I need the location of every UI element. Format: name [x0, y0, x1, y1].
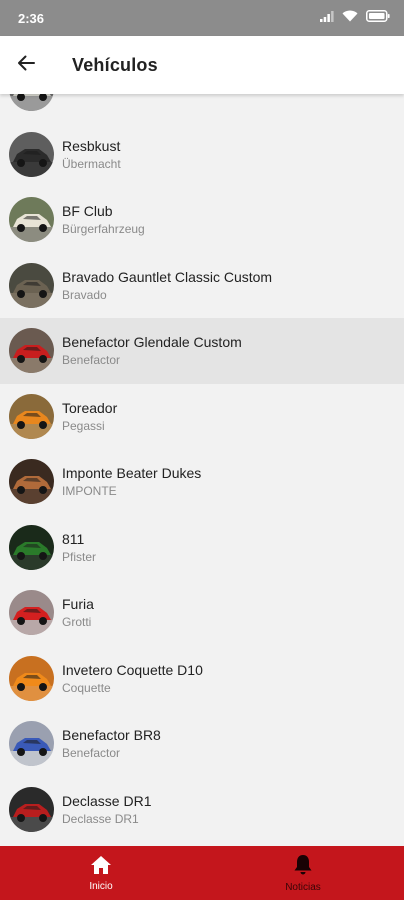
vehicle-avatar — [9, 131, 54, 177]
vehicle-row[interactable]: Declasse DR1 Declasse DR1 — [0, 777, 404, 843]
vehicle-row[interactable]: BF Club Bürgerfahrzeug — [0, 187, 404, 253]
vehicle-row[interactable]: Bravado Gauntlet Classic Custom Bravado — [0, 253, 404, 319]
status-bar: 2:36 — [0, 0, 404, 36]
vehicle-name: Benefactor Glendale Custom — [62, 334, 242, 351]
vehicle-text: Toreador Pegassi — [62, 399, 117, 434]
back-button[interactable] — [0, 36, 54, 94]
vehicle-avatar — [9, 524, 54, 570]
battery-icon — [366, 9, 390, 27]
page-title: Vehículos — [72, 54, 158, 75]
vehicle-text: 811 Pfister — [62, 530, 96, 565]
vehicle-text: Benefactor Glendale Custom Benefactor — [62, 333, 242, 368]
vehicle-brand: Benefactor — [62, 353, 121, 368]
vehicle-avatar — [9, 328, 54, 374]
vehicle-row[interactable]: Resbkust Übermacht — [0, 122, 404, 188]
vehicle-brand: Pegassi — [62, 418, 105, 433]
vehicle-brand: Coquette — [62, 680, 111, 695]
vehicle-brand: IMPONTE — [62, 484, 117, 499]
vehicle-avatar — [9, 393, 54, 439]
vehicle-list[interactable]: Maxwell Resbkust Übermacht BF Club Bürgerfah… — [0, 94, 404, 846]
vehicle-avatar — [9, 459, 54, 505]
vehicle-name: 811 — [62, 530, 85, 547]
vehicle-text: Furia Grotti — [62, 595, 94, 630]
vehicle-avatar — [9, 262, 54, 308]
vehicle-text: Declasse DR1 Declasse DR1 — [62, 792, 151, 827]
vehicle-brand: Benefactor — [62, 746, 121, 761]
vehicle-text: Invetero Coquette D10 Coquette — [62, 661, 203, 696]
bell-icon — [293, 854, 313, 879]
vehicle-brand: Bürgerfahrzeug — [62, 222, 145, 237]
arrow-left-icon — [17, 55, 35, 76]
vehicle-brand: Maxwell — [62, 94, 105, 97]
vehicle-text: Imponte Beater Dukes IMPONTE — [62, 464, 201, 499]
vehicle-row[interactable]: Invetero Coquette D10 Coquette — [0, 646, 404, 712]
status-icons — [320, 9, 390, 27]
wifi-icon — [342, 9, 358, 27]
vehicle-brand: Pfister — [62, 549, 97, 564]
vehicle-text: BF Club Bürgerfahrzeug — [62, 202, 145, 237]
vehicle-row[interactable]: Imponte Beater Dukes IMPONTE — [0, 449, 404, 515]
nav-label-inicio: Inicio — [89, 880, 113, 892]
vehicle-row[interactable]: Toreador Pegassi — [0, 384, 404, 450]
vehicle-brand: Übermacht — [62, 156, 121, 171]
vehicle-name: Declasse DR1 — [62, 792, 152, 809]
vehicle-brand: Declasse DR1 — [62, 811, 139, 826]
vehicle-row[interactable]: Furia Grotti — [0, 580, 404, 646]
vehicle-name: Invetero Coquette D10 — [62, 661, 203, 678]
vehicle-name: Benefactor BR8 — [62, 727, 161, 744]
vehicle-text: Maxwell — [62, 94, 105, 97]
vehicle-text: Benefactor BR8 Benefactor — [62, 726, 161, 761]
vehicle-text: Resbkust Übermacht — [62, 137, 121, 172]
vehicle-name: Resbkust — [62, 137, 121, 154]
vehicle-row[interactable]: 811 Pfister — [0, 515, 404, 581]
vehicle-brand: Grotti — [62, 615, 92, 630]
vehicle-row[interactable]: Maxwell — [0, 94, 404, 122]
vehicle-text: Bravado Gauntlet Classic Custom Bravado — [62, 268, 272, 303]
vehicle-avatar — [9, 590, 54, 636]
vehicle-name: Furia — [62, 596, 94, 613]
vehicle-row[interactable]: Benefactor BR8 Benefactor — [0, 711, 404, 777]
vehicle-row[interactable]: Benefactor Glendale Custom Benefactor — [0, 318, 404, 384]
vehicle-name: Toreador — [62, 399, 118, 416]
nav-label-noticias: Noticias — [285, 881, 321, 893]
home-icon — [90, 855, 112, 878]
bottom-nav: Inicio Noticias — [0, 846, 404, 900]
vehicle-name: BF Club — [62, 203, 113, 220]
nav-item-inicio[interactable]: Inicio — [0, 846, 202, 900]
nav-item-noticias[interactable]: Noticias — [202, 846, 404, 900]
vehicle-avatar — [9, 197, 54, 243]
signal-icon — [320, 9, 334, 27]
vehicle-name: Bravado Gauntlet Classic Custom — [62, 268, 273, 285]
app-bar: Vehículos — [0, 36, 404, 94]
vehicle-name: Imponte Beater Dukes — [62, 465, 202, 482]
status-time: 2:36 — [18, 10, 45, 26]
vehicle-avatar — [9, 94, 54, 112]
vehicle-brand: Bravado — [62, 287, 107, 302]
vehicle-avatar — [9, 721, 54, 767]
vehicle-avatar — [9, 786, 54, 832]
vehicle-avatar — [9, 655, 54, 701]
vehicle-list-items: Maxwell Resbkust Übermacht BF Club Bürgerfah… — [0, 94, 404, 842]
